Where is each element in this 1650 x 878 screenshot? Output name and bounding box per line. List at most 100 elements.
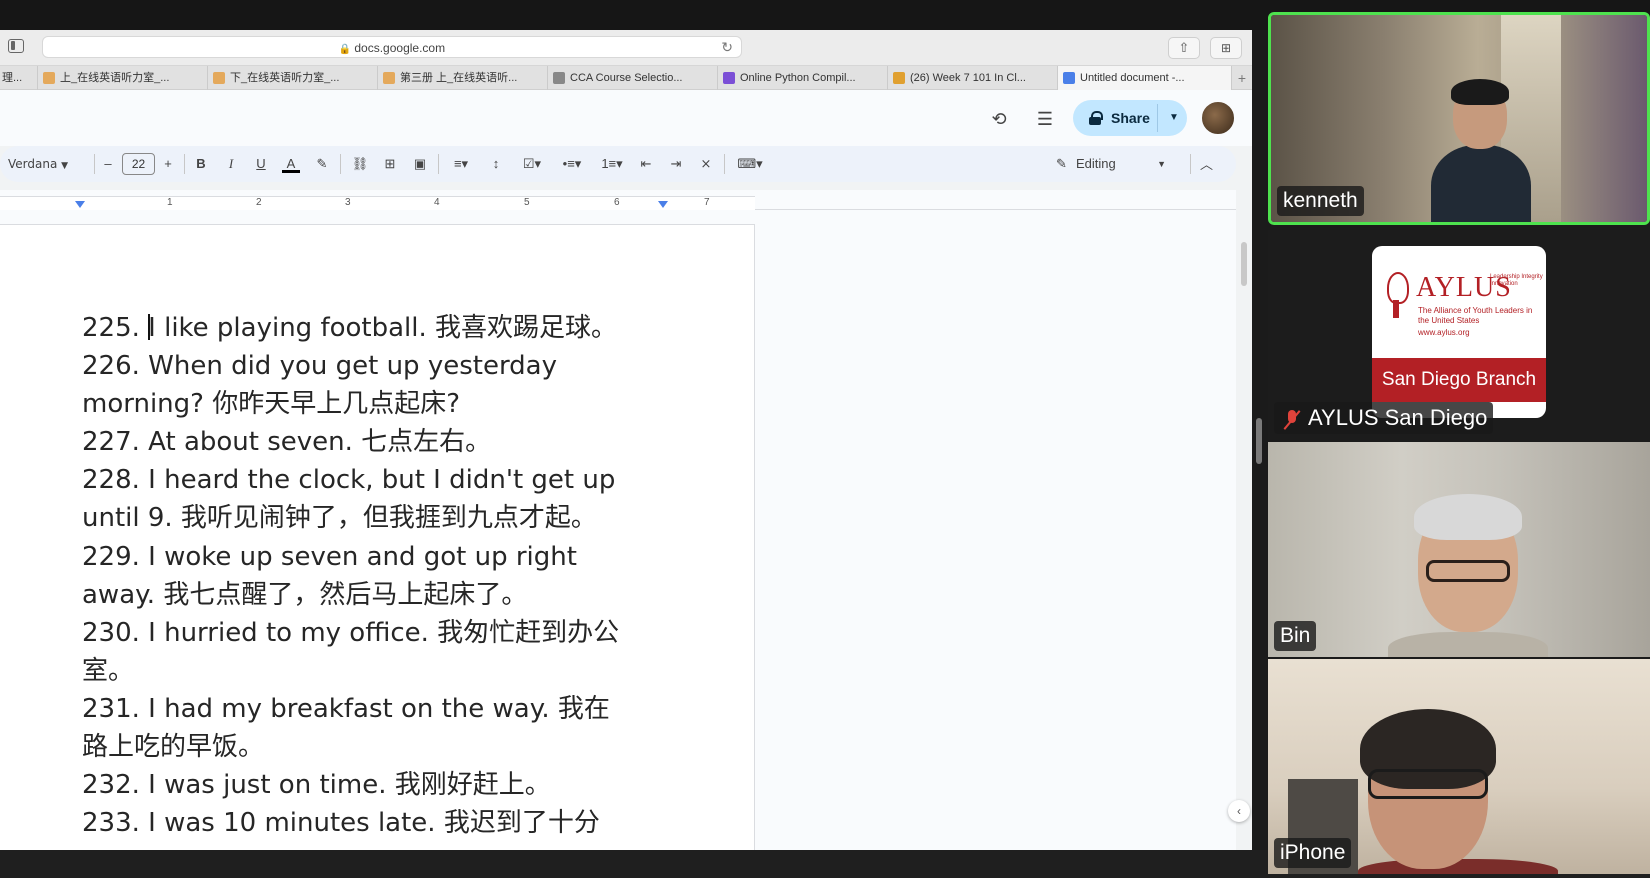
chevron-down-icon[interactable]: ▼ — [1161, 100, 1187, 136]
participant-name: kenneth — [1277, 186, 1364, 216]
lock-icon: 🔒 — [338, 44, 352, 55]
divider — [340, 154, 341, 174]
document-canvas: 225. I like playing football. 我喜欢踢足球。 22… — [0, 210, 1236, 850]
address-bar[interactable]: 🔒 docs.google.com ↻ — [42, 36, 742, 58]
tab-1[interactable]: 上_在线英语听力室_... — [38, 66, 208, 90]
participant-tile-bin[interactable]: Bin — [1268, 442, 1650, 657]
font-family-select[interactable]: Verdana ▼ — [8, 155, 78, 173]
logo-url: www.aylus.org — [1418, 328, 1470, 337]
video-glasses — [1368, 769, 1488, 799]
document-body[interactable]: 225. I like playing football. 我喜欢踢足球。 22… — [82, 309, 672, 842]
document-page[interactable]: 225. I like playing football. 我喜欢踢足球。 22… — [0, 224, 755, 850]
increase-indent-icon[interactable]: ⇥ — [666, 155, 686, 173]
add-comment-icon[interactable]: ⊞ — [380, 155, 400, 173]
doc-line: 路上吃的早饭。 — [82, 732, 265, 763]
ruler-number: 4 — [434, 197, 440, 208]
tab-label: Untitled document -... — [1080, 72, 1185, 84]
tab-label: 上_在线英语听力室_... — [60, 72, 170, 84]
divider — [94, 154, 95, 174]
sidebar-toggle-icon[interactable] — [8, 39, 24, 53]
doc-line: 227. At about seven. 七点左右。 — [82, 427, 492, 458]
bullet-list-icon[interactable]: •≡▾ — [556, 155, 588, 173]
doc-line: 232. I was just on time. 我刚好赶上。 — [82, 770, 551, 801]
right-indent-marker[interactable] — [658, 201, 668, 208]
share-button[interactable]: Share ▼ — [1073, 100, 1187, 136]
avatar[interactable] — [1200, 100, 1236, 136]
participant-tile-aylus[interactable]: AYLUS Leadership Integrity Innovation Th… — [1268, 230, 1650, 440]
bold-button[interactable]: B — [192, 155, 210, 173]
new-tab-button[interactable]: + — [1232, 66, 1252, 90]
editing-mode-select[interactable]: ✎ Editing ▼ — [1050, 152, 1172, 176]
tab-5[interactable]: Online Python Compil... — [718, 66, 888, 90]
tab-4[interactable]: CCA Course Selectio... — [548, 66, 718, 90]
side-panel-toggle-icon[interactable]: ‹ — [1228, 800, 1250, 822]
editing-label: Editing — [1076, 156, 1116, 171]
video-hair — [1451, 79, 1509, 105]
tab-label: 第三册 上_在线英语听... — [400, 72, 518, 84]
doc-line: away. 我七点醒了，然后马上起床了。 — [82, 579, 528, 610]
doc-line: 231. I had my breakfast on the way. 我在 — [82, 693, 610, 724]
tab-favicon-icon — [553, 72, 565, 84]
tab-favicon-icon — [723, 72, 735, 84]
tab-overview-icon[interactable]: ⊞ — [1210, 37, 1242, 59]
doc-line-number: 225. — [82, 313, 149, 343]
line-spacing-icon[interactable]: ↕ — [486, 155, 506, 173]
highlight-icon[interactable]: ✎ — [313, 155, 331, 173]
font-size-input[interactable]: 22 — [122, 153, 155, 175]
share-sheet-icon[interactable]: ⇧ — [1168, 37, 1200, 59]
participant-name: AYLUS San Diego — [1308, 405, 1488, 430]
tab-label: 理... — [2, 72, 23, 84]
divider — [1190, 154, 1191, 174]
ruler-number: 6 — [614, 197, 620, 208]
input-tools-icon[interactable]: ⌨▾ — [732, 155, 768, 173]
insert-image-icon[interactable]: ▣ — [410, 155, 430, 173]
doc-line: morning? 你昨天早上几点起床? — [82, 389, 461, 420]
clear-formatting-icon[interactable]: ⨯ — [696, 155, 716, 173]
chevron-up-icon[interactable]: ︿ — [1200, 154, 1213, 173]
underline-button[interactable]: U — [252, 155, 270, 173]
doc-line: 230. I hurried to my office. 我匆忙赶到办公 — [82, 617, 620, 648]
doc-line: 228. I heard the clock, but I didn't get… — [82, 465, 616, 496]
tab-2[interactable]: 下_在线英语听力室_... — [208, 66, 378, 90]
tab-6[interactable]: (26) Week 7 101 In Cl... — [888, 66, 1058, 90]
tab-label: Online Python Compil... — [740, 72, 856, 84]
comment-icon[interactable]: ☰ — [1034, 108, 1056, 130]
italic-button[interactable]: I — [222, 155, 240, 173]
left-indent-marker[interactable] — [75, 201, 85, 208]
address-text: 🔒 docs.google.com — [43, 41, 741, 55]
logo-tagline: Leadership Integrity Innovation — [1490, 274, 1543, 287]
vertical-scrollbar[interactable] — [1240, 210, 1248, 850]
participant-label: AYLUS San Diego — [1274, 402, 1494, 434]
logo-subtitle: The Alliance of Youth Leaders in the Uni… — [1418, 306, 1533, 325]
tab-label: CCA Course Selectio... — [570, 72, 683, 84]
reload-icon[interactable]: ↻ — [721, 39, 733, 56]
tab-favicon-icon — [43, 72, 55, 84]
pencil-icon: ✎ — [1056, 156, 1067, 171]
panel-resize-handle[interactable] — [1256, 418, 1262, 464]
numbered-list-icon[interactable]: 1≡▾ — [596, 155, 628, 173]
mic-muted-icon — [1282, 410, 1302, 430]
tab-7-active[interactable]: Untitled document -... — [1058, 66, 1232, 90]
scrollbar-thumb[interactable] — [1241, 242, 1247, 286]
divider — [184, 154, 185, 174]
decrease-indent-icon[interactable]: ⇤ — [636, 155, 656, 173]
tab-0[interactable]: 理... — [0, 66, 38, 90]
share-divider — [1157, 104, 1158, 132]
text-color-button[interactable]: A — [282, 155, 300, 173]
doc-line: until 9. 我听见闹钟了，但我捱到九点才起。 — [82, 503, 597, 534]
checklist-icon[interactable]: ☑▾ — [516, 155, 548, 173]
link-icon[interactable]: ⛓ — [350, 155, 370, 173]
participant-tile-iphone[interactable]: iPhone — [1268, 659, 1650, 874]
address-url: docs.google.com — [354, 41, 446, 55]
share-label: Share — [1111, 110, 1150, 126]
decrease-font-size-button[interactable]: – — [100, 155, 116, 173]
browser-toolbar: 🔒 docs.google.com ↻ ⇧ ⊞ — [0, 30, 1252, 66]
tab-favicon-icon — [383, 72, 395, 84]
participant-tile-kenneth[interactable]: kenneth — [1268, 12, 1650, 225]
align-icon[interactable]: ≡▾ — [446, 155, 476, 173]
doc-line: 226. When did you get up yesterday — [82, 351, 557, 382]
version-history-icon[interactable]: ⟲ — [988, 108, 1010, 130]
tab-3[interactable]: 第三册 上_在线英语听... — [378, 66, 548, 90]
increase-font-size-button[interactable]: + — [160, 155, 176, 173]
doc-line: 229. I woke up seven and got up right — [82, 541, 577, 572]
